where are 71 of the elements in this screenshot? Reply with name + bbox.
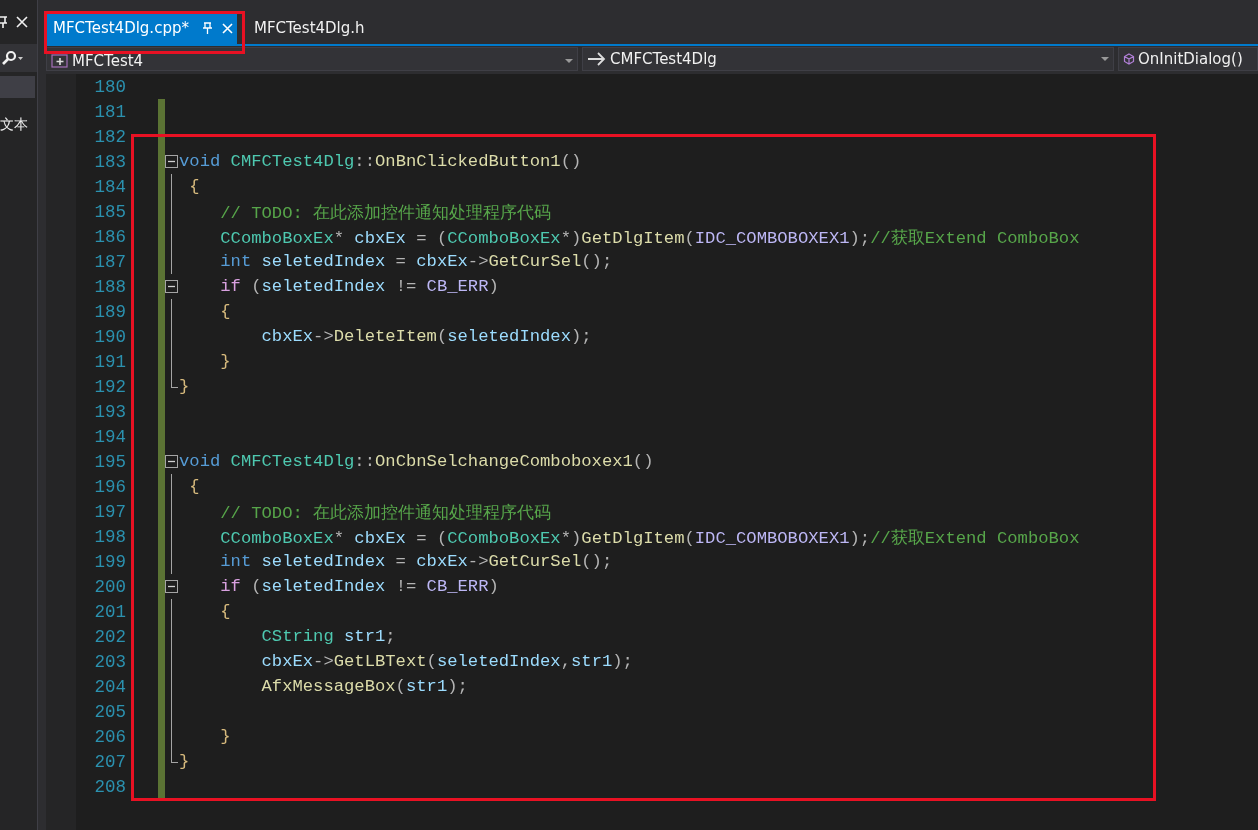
line-number: 189	[93, 301, 126, 322]
line-number: 182	[93, 126, 126, 147]
member-dropdown[interactable]: OnInitDialog()	[1118, 47, 1258, 71]
line-number: 205	[93, 701, 126, 722]
line-number: 203	[93, 651, 126, 672]
code-line: {	[188, 177, 200, 196]
cube-icon	[1123, 53, 1135, 65]
line-number: 208	[93, 776, 126, 797]
code-line: AfxMessageBox(str1);	[260, 677, 468, 696]
line-number: 192	[93, 376, 126, 397]
code-line: int seletedIndex = cbxEx->GetCurSel();	[219, 552, 613, 571]
code-line: if (seletedIndex != CB_ERR)	[219, 277, 499, 296]
code-line: cbxEx->GetLBText(seletedIndex,str1);	[260, 652, 633, 671]
line-number: 200	[93, 576, 126, 597]
line-number: 190	[93, 326, 126, 347]
fold-end-line	[171, 374, 178, 388]
code-line: {	[219, 602, 231, 621]
line-number: 195	[93, 451, 126, 472]
code-line: {	[219, 302, 231, 321]
line-number: 197	[93, 501, 126, 522]
line-number: 188	[93, 276, 126, 297]
project-dropdown[interactable]: MFCTest4	[46, 47, 578, 71]
code-line: }	[219, 352, 231, 371]
line-number: 199	[93, 551, 126, 572]
line-number: 194	[93, 426, 126, 447]
line-number: 180	[93, 76, 126, 97]
collapse-icon[interactable]	[165, 155, 178, 168]
line-number: 206	[93, 726, 126, 747]
class-dropdown[interactable]: CMFCTest4Dlg	[582, 47, 1114, 71]
file-tab[interactable]: MFCTest4Dlg.h	[246, 12, 372, 44]
side-field[interactable]	[0, 76, 35, 98]
search-icon[interactable]	[0, 50, 24, 66]
arrow-icon	[587, 52, 607, 66]
collapse-icon[interactable]	[165, 280, 178, 293]
code-line: CComboBoxEx* cbxEx = (CComboBoxEx*)GetDlgItem(IDC_COMBOBOXEX1);//获取Extend ComboBox	[219, 527, 1080, 549]
line-number: 207	[93, 751, 126, 772]
code-line: if (seletedIndex != CB_ERR)	[219, 577, 499, 596]
line-number: 191	[93, 351, 126, 372]
project-icon	[51, 54, 69, 68]
panel-label: 文本	[0, 116, 29, 134]
code-line: void CMFCTest4Dlg::OnBnClickedButton1()	[179, 152, 582, 171]
code-line: // TODO: 在此添加控件通知处理程序代码	[219, 202, 552, 224]
code-line: }	[179, 752, 190, 771]
close-icon[interactable]	[16, 16, 28, 28]
line-number: 198	[93, 526, 126, 547]
line-number: 193	[93, 401, 126, 422]
line-number: 181	[93, 101, 126, 122]
caret-icon	[565, 59, 573, 63]
line-number: 183	[93, 151, 126, 172]
code-line: cbxEx->DeleteItem(seletedIndex);	[260, 327, 592, 346]
code-line: int seletedIndex = cbxEx->GetCurSel();	[219, 252, 613, 271]
collapse-icon[interactable]	[165, 455, 178, 468]
code-line: }	[219, 727, 231, 746]
line-number: 196	[93, 476, 126, 497]
line-number: 204	[93, 676, 126, 697]
line-number: 187	[93, 251, 126, 272]
code-line: }	[179, 377, 190, 396]
caret-icon	[1101, 57, 1109, 61]
line-number: 186	[93, 226, 126, 247]
pin-icon[interactable]	[0, 15, 8, 29]
code-line: {	[188, 477, 200, 496]
collapse-icon[interactable]	[165, 580, 178, 593]
fold-end-line	[171, 749, 178, 763]
line-number: 202	[93, 626, 126, 647]
line-number: 185	[93, 201, 126, 222]
code-line: CComboBoxEx* cbxEx = (CComboBoxEx*)GetDlgItem(IDC_COMBOBOXEX1);//获取Extend ComboBox	[219, 227, 1080, 249]
line-number: 201	[93, 601, 126, 622]
code-line: void CMFCTest4Dlg::OnCbnSelchangeComboboxex1()	[179, 452, 654, 471]
code-line: // TODO: 在此添加控件通知处理程序代码	[219, 502, 552, 524]
code-line: CString str1;	[260, 627, 396, 646]
line-number: 184	[93, 176, 126, 197]
